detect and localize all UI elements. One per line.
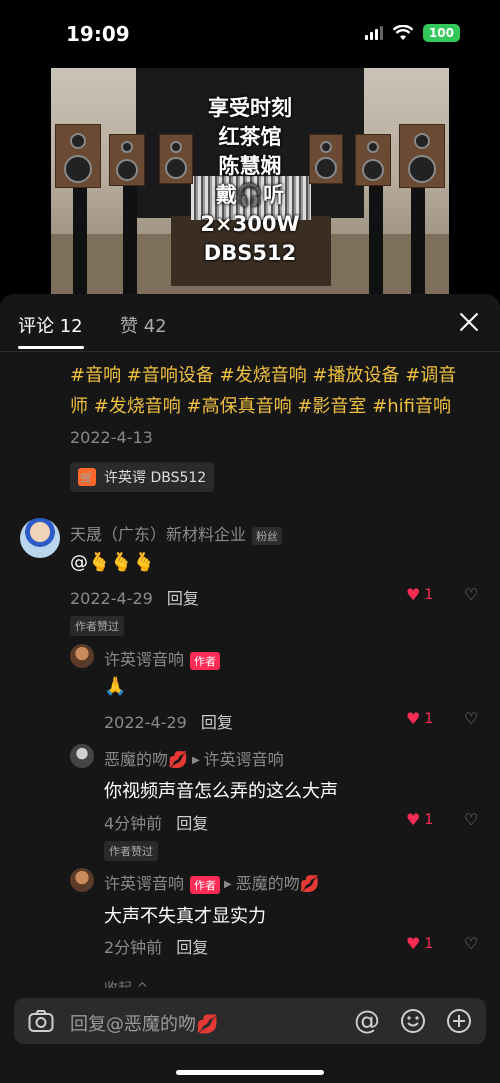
reply-button[interactable]: 回复: [201, 713, 233, 732]
username-text[interactable]: 恶魔的吻💋: [104, 750, 188, 769]
input-placeholder: 回复@恶魔的吻💋: [70, 1014, 219, 1035]
tab-likes-count: 42: [143, 316, 167, 337]
comment-username[interactable]: 许英谔音响 作者: [104, 646, 221, 670]
comment-text: 🙏: [104, 676, 127, 697]
fan-badge: 粉丝: [252, 526, 283, 545]
heart-icon: ♥: [406, 810, 421, 829]
comment-input[interactable]: 回复@恶魔的吻💋 @: [14, 998, 486, 1044]
author-liked-badge: 作者赞过: [104, 841, 158, 861]
author-liked-badge: 作者赞过: [70, 616, 124, 636]
like-count: 1: [424, 586, 434, 603]
like-count: 1: [424, 811, 434, 828]
tab-likes[interactable]: 赞 42: [120, 312, 167, 338]
battery-indicator: 100: [422, 24, 460, 42]
tab-active-indicator: [18, 346, 84, 349]
reply-arrow-icon: ▶: [191, 755, 200, 766]
comment-date: 2022-4-29: [104, 713, 187, 732]
hashtag-text[interactable]: #音响 #音响设备 #发烧音响 #播放设备 #调音师 #发烧音响 #高保真音响 …: [70, 365, 456, 417]
comment-meta: 4分钟前 回复: [104, 810, 208, 834]
comment-username[interactable]: 恶魔的吻💋 ▶ 许英谔音响: [104, 746, 284, 770]
username-text[interactable]: 许英谔音响: [104, 874, 184, 893]
dislike-icon[interactable]: ♡: [464, 709, 482, 728]
post-hashtags[interactable]: #音响 #音响设备 #发烧音响 #播放设备 #调音师 #发烧音响 #高保真音响 …: [70, 360, 470, 453]
comment-input-bar: 回复@恶魔的吻💋 @: [0, 988, 500, 1083]
avatar[interactable]: [70, 868, 94, 892]
like-button[interactable]: ♥ 1: [406, 934, 433, 953]
wifi-icon: [392, 25, 413, 40]
emoji-icon[interactable]: [400, 1008, 426, 1034]
tab-comments-count: 12: [59, 316, 83, 337]
reply-button[interactable]: 回复: [176, 814, 208, 833]
dislike-icon[interactable]: ♡: [464, 934, 482, 953]
overlay-line: 红茶馆: [218, 125, 282, 149]
video-overlay-text: 享受时刻 红茶馆 陈慧娴 戴🎧听 2×300W DBS512: [51, 94, 449, 268]
comment-meta: 2022-4-29 回复: [104, 709, 233, 733]
reply-arrow-icon: ▶: [224, 879, 232, 890]
comment-date: 2分钟前: [104, 938, 163, 957]
plus-icon[interactable]: [446, 1008, 472, 1034]
comment-meta: 2022-4-29 回复: [70, 585, 199, 609]
heart-icon: ♥: [406, 934, 421, 953]
tab-comments[interactable]: 评论 12: [18, 312, 83, 338]
heart-icon: ♥: [406, 585, 421, 604]
like-count: 1: [424, 935, 434, 952]
overlay-line: 2×300W: [200, 212, 300, 236]
tab-likes-label: 赞: [120, 316, 138, 337]
video-preview[interactable]: 享受时刻 红茶馆 陈慧娴 戴🎧听 2×300W DBS512: [51, 68, 449, 294]
post-date: 2022-4-13: [70, 428, 153, 447]
home-indicator: [176, 1070, 324, 1075]
comment-username[interactable]: 许英谔音响 作者 ▶ 恶魔的吻💋: [104, 870, 320, 894]
mention-icon[interactable]: @: [354, 1006, 380, 1036]
comment-text: 你视频声音怎么弄的这么大声: [104, 781, 338, 802]
username-text[interactable]: 许英谔音响: [104, 650, 184, 669]
tab-comments-label: 评论: [18, 316, 54, 337]
comment-date: 4分钟前: [104, 814, 163, 833]
username-text[interactable]: 天晟（广东）新材料企业: [70, 525, 246, 544]
shopping-cart-icon: 🛒: [78, 468, 96, 486]
overlay-line: DBS512: [203, 241, 297, 265]
comment-text: 大声不失真才显实力: [104, 906, 266, 927]
author-badge: 作者: [190, 651, 221, 670]
author-badge: 作者: [190, 875, 221, 894]
like-button[interactable]: ♥ 1: [406, 709, 433, 728]
like-button[interactable]: ♥ 1: [406, 810, 433, 829]
dislike-icon[interactable]: ♡: [464, 585, 482, 604]
comment-text: @🫰🫰🫰: [70, 552, 156, 573]
comment-username[interactable]: 天晟（广东）新材料企业 粉丝: [70, 521, 283, 545]
comment-sheet: 评论 12 赞 42 #音响 #音响设备 #发烧音响 #播放设备 #调音师 #发…: [0, 294, 500, 1083]
avatar[interactable]: [70, 744, 94, 768]
reply-to-username[interactable]: 许英谔音响: [204, 750, 284, 769]
product-link[interactable]: 🛒 许英谔 DBS512: [70, 462, 215, 492]
status-bar: 19:09 100: [0, 0, 500, 64]
reply-button[interactable]: 回复: [176, 938, 208, 957]
avatar[interactable]: [20, 518, 60, 558]
comment-meta: 2分钟前 回复: [104, 934, 208, 958]
reply-button[interactable]: 回复: [167, 589, 199, 608]
like-count: 1: [424, 710, 434, 727]
overlay-line: 享受时刻: [208, 96, 292, 120]
overlay-line: 陈慧娴: [218, 154, 282, 178]
status-icons: 100: [364, 24, 460, 42]
reply-to-username[interactable]: 恶魔的吻💋: [236, 874, 320, 893]
avatar[interactable]: [70, 644, 94, 668]
product-label: 许英谔 DBS512: [104, 470, 207, 486]
overlay-line: 戴🎧听: [215, 183, 285, 207]
status-time: 19:09: [66, 22, 130, 46]
dislike-icon[interactable]: ♡: [464, 810, 482, 829]
cellular-signal-icon: [364, 26, 383, 40]
comment-date: 2022-4-29: [70, 589, 153, 608]
camera-icon[interactable]: [28, 1009, 54, 1033]
heart-icon: ♥: [406, 709, 421, 728]
close-button[interactable]: [458, 311, 480, 333]
tab-bar: 评论 12 赞 42: [0, 294, 500, 352]
like-button[interactable]: ♥ 1: [406, 585, 433, 604]
